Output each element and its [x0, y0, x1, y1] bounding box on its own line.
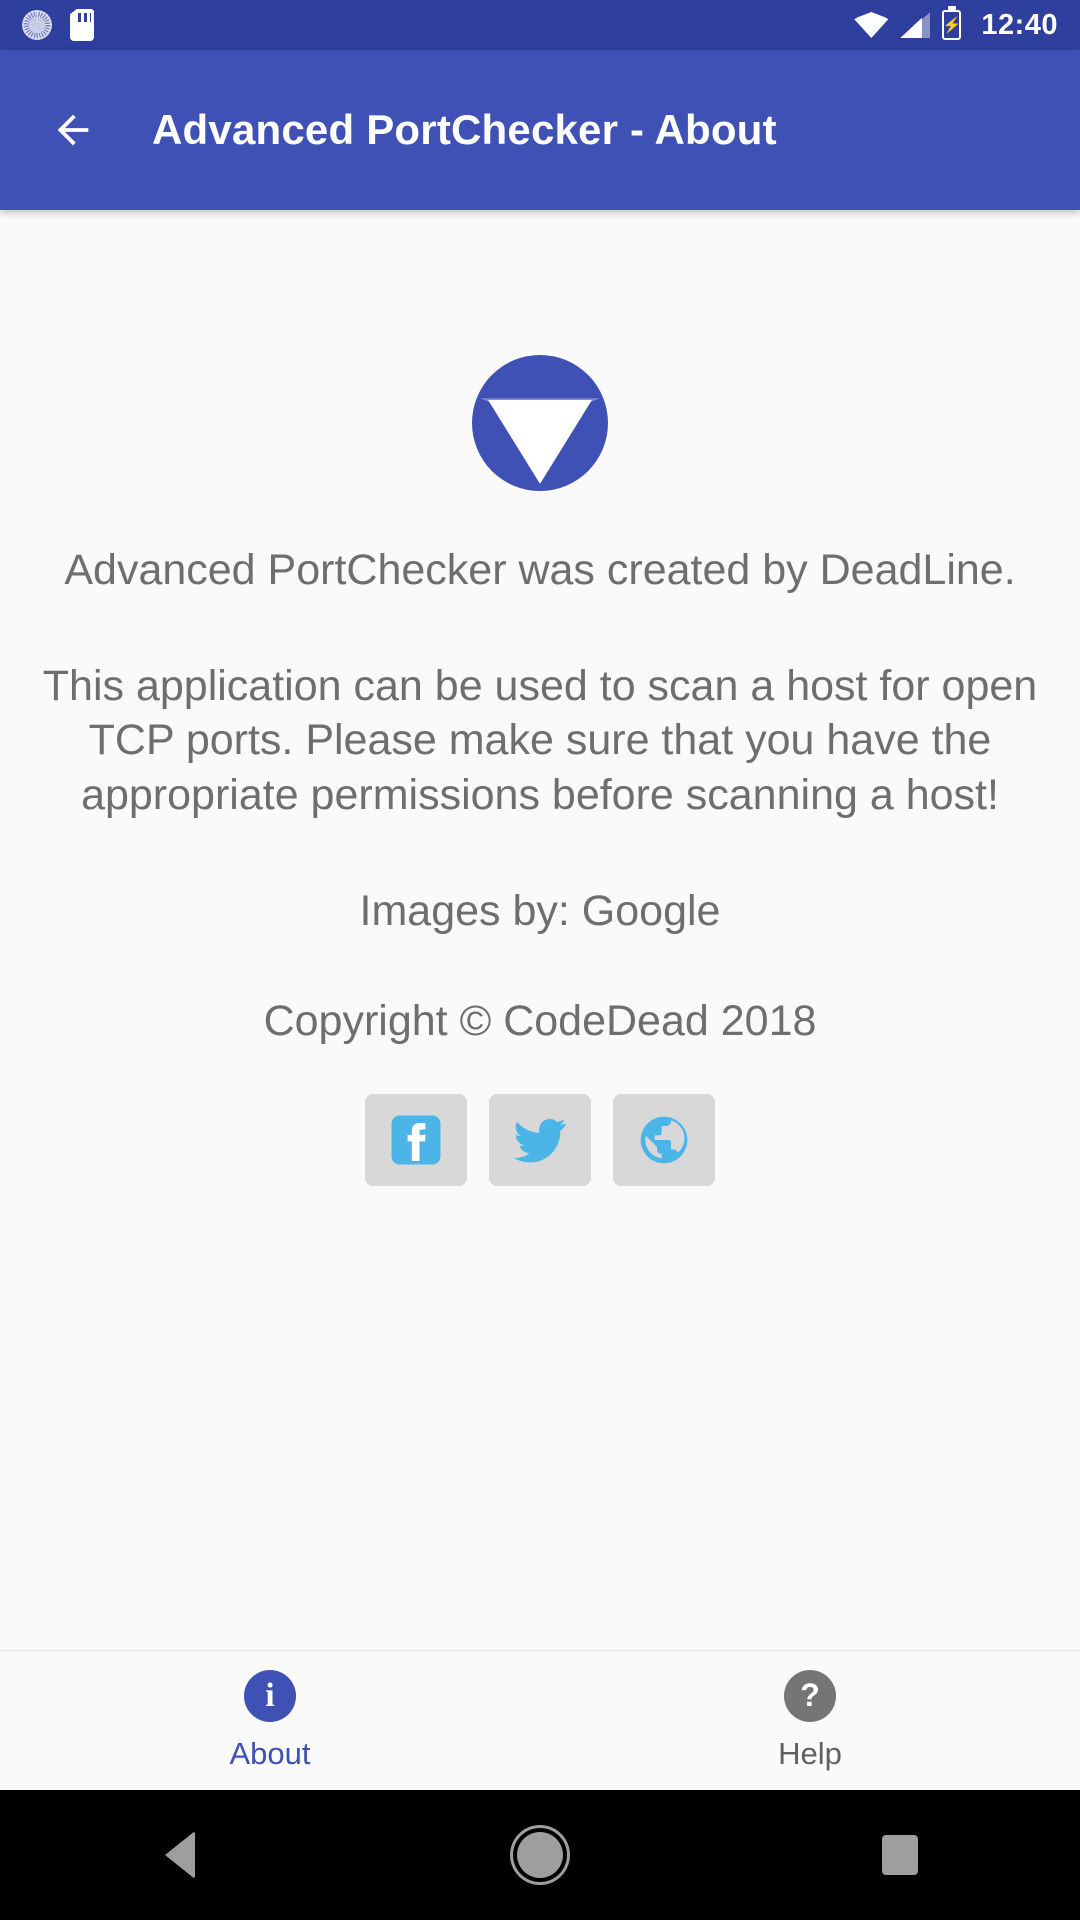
tab-about[interactable]: i About [0, 1669, 540, 1772]
back-arrow-icon [57, 114, 89, 146]
twitter-button[interactable] [489, 1094, 591, 1187]
status-bar-right-icons: 12:40 [854, 9, 1058, 42]
website-button[interactable] [613, 1094, 715, 1187]
sync-icon [22, 10, 52, 40]
system-home-button[interactable] [360, 1832, 720, 1878]
tab-about-label: About [229, 1735, 311, 1771]
app-bar: Advanced PortChecker - About [0, 50, 1080, 210]
about-text-block: Advanced PortChecker was created by Dead… [40, 491, 1040, 1048]
recents-square-icon [882, 1835, 918, 1875]
system-navigation-bar [0, 1790, 1080, 1920]
system-recents-button[interactable] [720, 1835, 1080, 1875]
tab-help-label: Help [778, 1735, 842, 1771]
status-bar: 12:40 [0, 0, 1080, 50]
social-links-row [365, 1094, 715, 1187]
about-content: Advanced PortChecker was created by Dead… [0, 210, 1080, 1650]
status-bar-left-icons [22, 9, 94, 41]
back-triangle-icon [165, 1831, 195, 1879]
info-circle-icon: i [244, 1669, 296, 1722]
credit-text: Advanced PortChecker was created by Dead… [64, 546, 1016, 594]
globe-icon [640, 1116, 688, 1164]
cell-signal-icon [900, 12, 931, 38]
battery-charging-icon [942, 10, 962, 40]
twitter-icon [513, 1118, 566, 1163]
page-title: Advanced PortChecker - About [152, 106, 777, 153]
tab-help[interactable]: ? Help [540, 1669, 1080, 1772]
app-logo-wifi-icon [472, 355, 608, 491]
facebook-button[interactable] [365, 1094, 467, 1187]
wifi-icon [854, 12, 889, 38]
system-back-button[interactable] [0, 1831, 360, 1879]
facebook-icon [391, 1115, 441, 1165]
images-credit-text: Images by: Google [359, 886, 721, 935]
description-text: This application can be used to scan a h… [42, 662, 1038, 819]
back-button[interactable] [44, 101, 102, 159]
phone-screen: 12:40 Advanced PortChecker - About Advan… [0, 0, 1080, 1920]
status-bar-clock: 12:40 [981, 8, 1058, 41]
question-circle-icon: ? [784, 1669, 836, 1722]
home-circle-icon [517, 1832, 563, 1878]
copyright-text: Copyright © CodeDead 2018 [263, 996, 817, 1045]
sd-card-icon [70, 9, 94, 41]
bottom-navigation: i About ? Help [0, 1650, 1080, 1790]
